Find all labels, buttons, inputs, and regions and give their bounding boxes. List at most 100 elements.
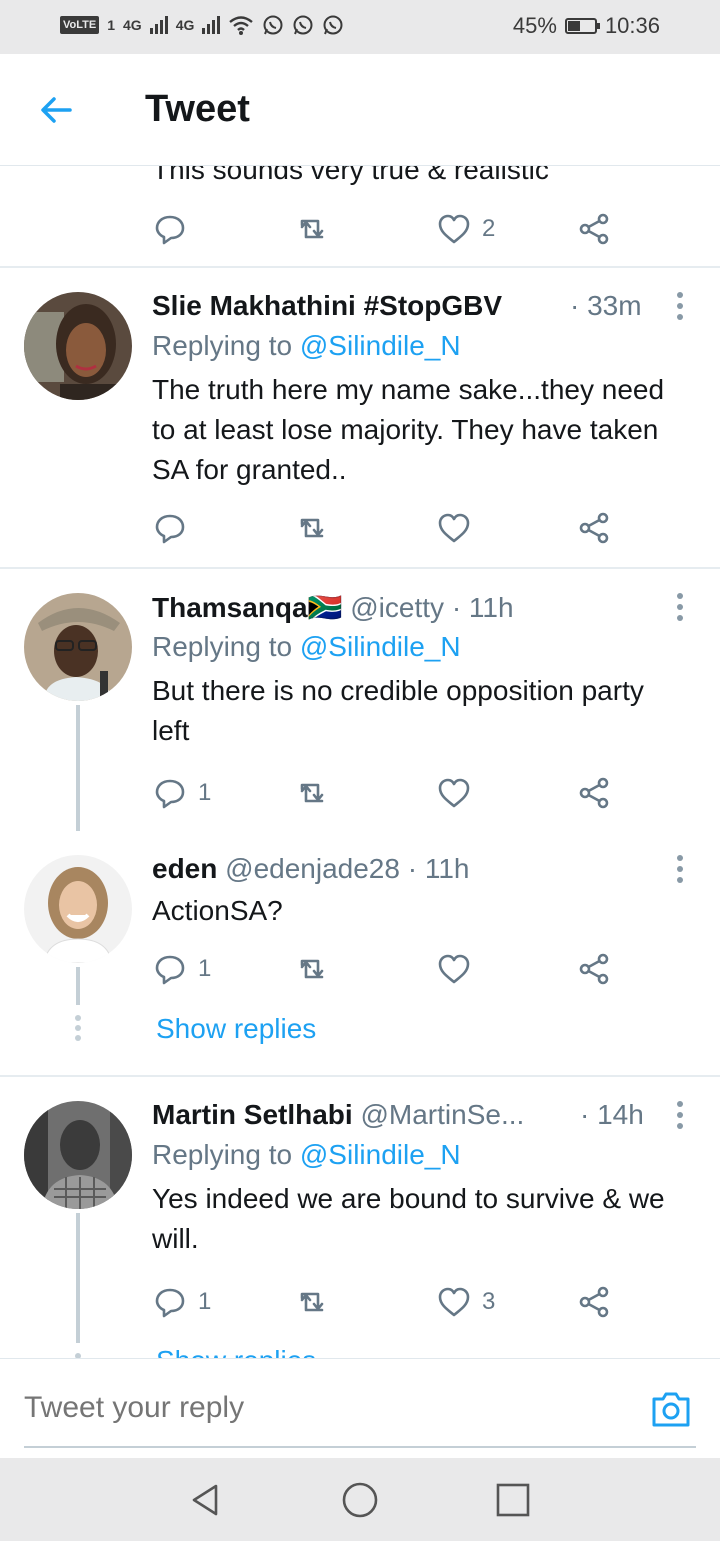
- like-count: 2: [482, 215, 496, 242]
- like-button[interactable]: 3: [436, 1282, 495, 1322]
- share-icon: [579, 512, 609, 544]
- nav-home-icon[interactable]: [340, 1480, 380, 1520]
- like-button[interactable]: [436, 773, 472, 813]
- tweet-text: Yes indeed we are bound to survive & we …: [152, 1183, 665, 1254]
- replying-label: Replying to: [152, 1139, 300, 1170]
- tweet-martin[interactable]: Martin Setlhabi @MartinSe... · 14h Reply…: [0, 1077, 720, 1358]
- retweet-button[interactable]: [294, 209, 330, 249]
- more-options-icon[interactable]: [674, 290, 686, 322]
- thread-line: [76, 967, 80, 1005]
- avatar[interactable]: [24, 593, 132, 701]
- status-bar: VoLTE 1 4G 4G 45% 10:36: [0, 0, 720, 54]
- author-name[interactable]: Thamsanqa🇿🇦: [152, 592, 342, 623]
- battery-icon: [564, 18, 600, 34]
- heart-icon: [438, 513, 470, 543]
- more-options-icon[interactable]: [674, 591, 686, 623]
- battery-fill: [567, 21, 580, 31]
- retweet-button[interactable]: [294, 773, 330, 813]
- signal1-label: 4G: [123, 17, 142, 33]
- clock: 10:36: [604, 13, 660, 38]
- replying-to-link[interactable]: @Silindile_N: [300, 330, 461, 361]
- reply-icon: [155, 955, 185, 985]
- avatar[interactable]: [24, 1101, 132, 1209]
- reply-icon: [155, 514, 185, 544]
- avatar[interactable]: [24, 855, 132, 963]
- like-button[interactable]: [436, 508, 472, 548]
- heart-icon: [438, 954, 470, 984]
- more-options-icon[interactable]: [674, 1099, 686, 1131]
- like-count: 3: [482, 1288, 496, 1315]
- share-button[interactable]: [576, 949, 612, 989]
- author-handle[interactable]: @MartinSe...: [360, 1099, 524, 1130]
- battery-percent: 45%: [512, 13, 557, 38]
- back-arrow-icon[interactable]: [36, 90, 76, 130]
- show-replies-link[interactable]: Show replies: [156, 1013, 316, 1045]
- author-line: Thamsanqa🇿🇦 @icetty · 11h: [152, 591, 514, 624]
- retweet-button[interactable]: [294, 508, 330, 548]
- status-right: 45% 10:36: [513, 13, 660, 39]
- tweet-text: The truth here my name sake...they need …: [152, 374, 665, 485]
- wifi-icon: [229, 16, 254, 35]
- tweet-text: This sounds very true & realistic: [152, 166, 549, 185]
- tweet-partial[interactable]: This sounds very true & realistic 2: [0, 166, 720, 266]
- thread-dots: [74, 1015, 82, 1045]
- like-button[interactable]: [436, 949, 472, 989]
- tweet-text: But there is no credible opposition part…: [152, 675, 644, 746]
- tweet-time: · 14h: [580, 1099, 644, 1130]
- reply-input[interactable]: [24, 1391, 624, 1425]
- author-line: Martin Setlhabi @MartinSe...: [152, 1099, 524, 1131]
- heart-icon: [438, 1287, 470, 1317]
- whatsapp-icon: [293, 15, 313, 35]
- more-options-icon[interactable]: [674, 853, 686, 885]
- reply-button[interactable]: [152, 209, 188, 249]
- author-handle[interactable]: @edenjade28: [225, 853, 400, 884]
- replying-label: Replying to: [152, 330, 300, 361]
- reply-underline: [24, 1446, 696, 1448]
- retweet-icon: [300, 219, 324, 239]
- reply-icon: [155, 1288, 185, 1318]
- reply-composer: [0, 1358, 720, 1458]
- nav-back-icon[interactable]: [186, 1480, 226, 1520]
- reply-button[interactable]: 1: [152, 1282, 211, 1322]
- replying-to-link[interactable]: @Silindile_N: [300, 631, 461, 662]
- tweet-actions: 1: [152, 949, 622, 989]
- reply-button[interactable]: 1: [152, 949, 211, 989]
- avatar[interactable]: [24, 292, 132, 400]
- tweet-slie[interactable]: Slie Makhathini #StopGBV · 33m Replying …: [0, 268, 720, 568]
- camera-icon[interactable]: [650, 1389, 692, 1429]
- reply-button[interactable]: 1: [152, 773, 211, 813]
- page-title: Tweet: [145, 88, 250, 130]
- top-app-bar: Tweet: [0, 54, 720, 166]
- tweet-time: · 11h: [407, 853, 470, 884]
- author-name[interactable]: Slie Makhathini #StopGBV: [152, 290, 502, 321]
- replying-to-link[interactable]: @Silindile_N: [300, 1139, 461, 1170]
- retweet-button[interactable]: [294, 949, 330, 989]
- whatsapp-icon: [263, 15, 283, 35]
- reply-feed[interactable]: This sounds very true & realistic 2 Slie…: [0, 166, 720, 1358]
- like-button[interactable]: 2: [436, 209, 495, 249]
- author-handle[interactable]: @icetty: [350, 592, 444, 623]
- status-left: VoLTE 1 4G 4G: [60, 14, 344, 36]
- share-icon: [579, 777, 609, 809]
- share-button[interactable]: [576, 209, 612, 249]
- signal-icon: [149, 16, 168, 34]
- tweet-actions: 1: [152, 773, 622, 813]
- show-replies-link[interactable]: Show replies: [156, 1345, 316, 1358]
- retweet-button[interactable]: [294, 1282, 330, 1322]
- tweet-time: · 33m: [570, 290, 642, 321]
- reply-count: 1: [198, 779, 212, 806]
- nav-recents-icon[interactable]: [493, 1480, 533, 1520]
- tweet-thamsanqa[interactable]: Thamsanqa🇿🇦 @icetty · 11h Replying to @S…: [0, 569, 720, 831]
- share-button[interactable]: [576, 1282, 612, 1322]
- retweet-icon: [300, 783, 324, 803]
- reply-count: 1: [198, 955, 212, 982]
- reply-button[interactable]: [152, 508, 188, 548]
- tweet-actions: [152, 508, 622, 548]
- author-name[interactable]: Martin Setlhabi: [152, 1099, 353, 1130]
- author-name[interactable]: eden: [152, 853, 217, 884]
- tweet-eden[interactable]: eden @edenjade28 · 11h ActionSA? 1 Show …: [0, 831, 720, 1075]
- tweet-time: · 11h: [451, 592, 514, 623]
- share-button[interactable]: [576, 773, 612, 813]
- volte-badge: VoLTE: [60, 16, 100, 34]
- share-button[interactable]: [576, 508, 612, 548]
